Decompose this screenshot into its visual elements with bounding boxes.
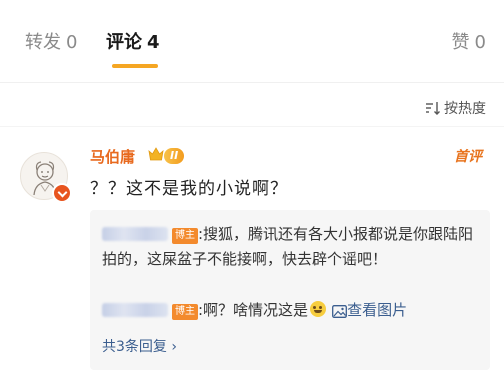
comment-username[interactable]: 马伯庸: [90, 146, 135, 167]
tab-comment-label: 评论: [106, 32, 142, 53]
reply-item[interactable]: 博主:搜狐，腾讯还有各大小报都说是你跟陆阳拍的，这屎盆子不能接啊，快去辟个谣吧！: [102, 222, 482, 272]
emoji-icon: [310, 301, 327, 317]
tab-bar: 转发 0 评论 4 赞0: [0, 0, 504, 80]
active-tab-indicator: [112, 64, 158, 68]
blurred-username: [102, 227, 168, 241]
divider: [0, 126, 504, 127]
image-icon: [332, 305, 348, 318]
comment-text: ？？这不是我的小说啊？: [90, 179, 288, 199]
level-badge: II: [164, 148, 185, 164]
tab-like-count: 0: [474, 32, 486, 53]
reply-text: :啊？啥情况这是: [198, 301, 309, 319]
crown-icon: [148, 147, 164, 161]
sort-icon: [426, 102, 440, 115]
tab-repost[interactable]: 转发 0: [25, 31, 77, 55]
verified-badge-icon: [52, 183, 72, 203]
view-all-replies-link[interactable]: 共3条回复 ›: [102, 336, 177, 356]
tab-repost-label: 转发: [25, 32, 61, 53]
tab-like-label: 赞: [451, 32, 470, 53]
first-comment-tag: 首评: [454, 149, 482, 165]
tab-like[interactable]: 赞0: [452, 31, 486, 55]
author-tag: 博主: [172, 228, 198, 244]
tab-comment-count: 4: [147, 32, 160, 53]
tab-comment[interactable]: 评论 4: [106, 31, 160, 55]
reply-item[interactable]: 博主:啊？啥情况这是 查看图片: [102, 298, 482, 323]
blurred-username: [102, 303, 168, 317]
author-tag: 博主: [172, 304, 198, 320]
sort-label: 按热度: [444, 101, 486, 117]
divider: [0, 82, 504, 83]
tab-repost-count: 0: [66, 32, 78, 53]
replies-box: 博主:搜狐，腾讯还有各大小报都说是你跟陆阳拍的，这屎盆子不能接啊，快去辟个谣吧！…: [90, 210, 490, 370]
sort-button[interactable]: 按热度: [425, 98, 486, 118]
view-image-link[interactable]: 查看图片: [347, 301, 407, 319]
